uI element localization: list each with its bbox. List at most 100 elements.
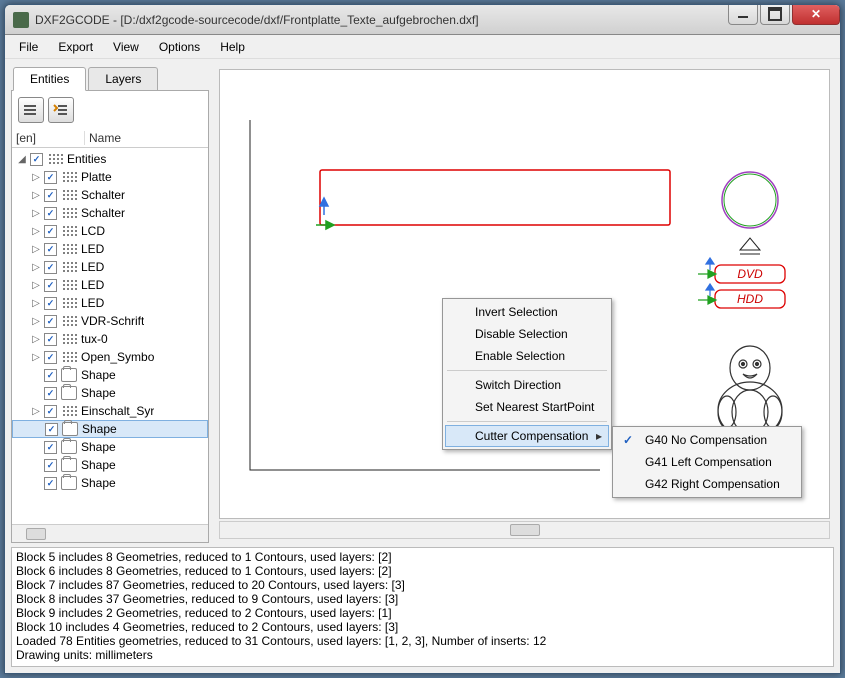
- visibility-checkbox[interactable]: [44, 351, 57, 364]
- entity-icon: [61, 242, 77, 256]
- visibility-checkbox[interactable]: [44, 243, 57, 256]
- ctx-disable-selection[interactable]: Disable Selection: [445, 323, 609, 345]
- expander-icon[interactable]: ▷: [30, 262, 42, 273]
- tree-row[interactable]: ▷Schalter: [12, 186, 208, 204]
- drawing-canvas[interactable]: DVD HDD: [219, 69, 830, 519]
- visibility-checkbox[interactable]: [44, 315, 57, 328]
- visibility-checkbox[interactable]: [44, 369, 57, 382]
- ctx-enable-selection[interactable]: Enable Selection: [445, 345, 609, 367]
- entity-icon: [61, 332, 77, 346]
- expander-icon[interactable]: ◢: [16, 154, 28, 165]
- expander-icon[interactable]: ▷: [30, 334, 42, 345]
- node-label: LED: [79, 278, 104, 292]
- tab-entities[interactable]: Entities: [13, 67, 86, 91]
- visibility-checkbox[interactable]: [44, 225, 57, 238]
- visibility-checkbox[interactable]: [44, 261, 57, 274]
- visibility-checkbox[interactable]: [44, 441, 57, 454]
- tree-row[interactable]: ▷tux-0: [12, 330, 208, 348]
- visibility-checkbox[interactable]: [44, 189, 57, 202]
- visibility-checkbox[interactable]: [44, 387, 57, 400]
- canvas-hscroll[interactable]: [219, 521, 830, 539]
- expander-icon[interactable]: ▷: [30, 244, 42, 255]
- menu-export[interactable]: Export: [48, 36, 103, 58]
- tree-row[interactable]: ▷Platte: [12, 168, 208, 186]
- ctx-g42-right-compensation[interactable]: G42 Right Compensation: [615, 473, 799, 495]
- tree-col-en[interactable]: [en]: [16, 131, 84, 145]
- visibility-checkbox[interactable]: [45, 423, 58, 436]
- ctx-switch-direction[interactable]: Switch Direction: [445, 374, 609, 396]
- tree-row[interactable]: ▷LED: [12, 240, 208, 258]
- visibility-checkbox[interactable]: [44, 477, 57, 490]
- log-line: Drawing units: millimeters: [16, 648, 829, 662]
- entity-icon: [61, 278, 77, 292]
- tree-row[interactable]: Shape: [12, 420, 208, 438]
- expander-icon[interactable]: ▷: [30, 208, 42, 219]
- log-line: Block 9 includes 2 Geometries, reduced t…: [16, 606, 829, 620]
- menu-file[interactable]: File: [9, 36, 48, 58]
- shape-icon: [61, 386, 77, 400]
- tab-layers[interactable]: Layers: [88, 67, 158, 91]
- expander-icon[interactable]: ▷: [30, 280, 42, 291]
- ctx-g40-no-compensation[interactable]: G40 No Compensation: [615, 429, 799, 451]
- window-maximize-button[interactable]: [760, 5, 790, 25]
- node-label: VDR-Schrift: [79, 314, 144, 328]
- log-line: Block 5 includes 8 Geometries, reduced t…: [16, 550, 829, 564]
- tree-row[interactable]: ▷Schalter: [12, 204, 208, 222]
- titlebar[interactable]: DXF2GCODE - [D:/dxf2gcode-sourcecode/dxf…: [5, 5, 840, 35]
- log-line: Block 8 includes 37 Geometries, reduced …: [16, 592, 829, 606]
- tree-row[interactable]: ▷LED: [12, 294, 208, 312]
- entity-icon: [61, 206, 77, 220]
- node-label: Entities: [65, 152, 106, 166]
- log-line: Block 10 includes 4 Geometries, reduced …: [16, 620, 829, 634]
- visibility-checkbox[interactable]: [44, 459, 57, 472]
- visibility-checkbox[interactable]: [44, 333, 57, 346]
- shape-icon: [61, 476, 77, 490]
- tree-row[interactable]: ◢ Entities: [12, 150, 208, 168]
- menu-view[interactable]: View: [103, 36, 149, 58]
- visibility-checkbox[interactable]: [44, 171, 57, 184]
- tree-row[interactable]: Shape: [12, 456, 208, 474]
- entity-icon: [61, 314, 77, 328]
- entity-tree[interactable]: ◢Entities▷Platte▷Schalter▷Schalter▷LCD▷L…: [12, 148, 208, 524]
- tree-row[interactable]: ▷ VDR-Schrift: [12, 312, 208, 330]
- expander-icon[interactable]: ▷: [30, 190, 42, 201]
- tree-row[interactable]: ▷LCD: [12, 222, 208, 240]
- visibility-checkbox[interactable]: [44, 207, 57, 220]
- tree-row[interactable]: Shape: [12, 474, 208, 492]
- tree-row[interactable]: ▷ Open_Symbo: [12, 348, 208, 366]
- expander-icon[interactable]: ▷: [30, 226, 42, 237]
- tree-hscroll[interactable]: [12, 524, 208, 542]
- expander-icon[interactable]: ▷: [30, 316, 42, 327]
- ctx-invert-selection[interactable]: Invert Selection: [445, 301, 609, 323]
- expand-all-button[interactable]: [48, 97, 74, 123]
- expander-icon[interactable]: ▷: [30, 352, 42, 363]
- log-output[interactable]: Block 5 includes 8 Geometries, reduced t…: [11, 547, 834, 667]
- ctx-cutter-compensation[interactable]: Cutter Compensation: [445, 425, 609, 447]
- window-minimize-button[interactable]: [728, 5, 758, 25]
- tree-row[interactable]: Shape: [12, 366, 208, 384]
- menu-options[interactable]: Options: [149, 36, 210, 58]
- tree-row[interactable]: ▷Einschalt_Syr: [12, 402, 208, 420]
- visibility-checkbox[interactable]: [44, 405, 57, 418]
- tree-row[interactable]: ▷ LED: [12, 276, 208, 294]
- visibility-checkbox[interactable]: [30, 153, 43, 166]
- expander-icon[interactable]: ▷: [30, 172, 42, 183]
- entity-icon: [61, 296, 77, 310]
- visibility-checkbox[interactable]: [44, 297, 57, 310]
- ctx-g41-left-compensation[interactable]: G41 Left Compensation: [615, 451, 799, 473]
- tree-row[interactable]: ▷LED: [12, 258, 208, 276]
- ctx-set-nearest-startpoint[interactable]: Set Nearest StartPoint: [445, 396, 609, 418]
- tree-row[interactable]: Shape: [12, 438, 208, 456]
- node-label: Open_Symbo: [79, 350, 154, 364]
- expander-icon[interactable]: ▷: [30, 406, 42, 417]
- window-close-button[interactable]: [792, 5, 840, 25]
- expander-icon[interactable]: ▷: [30, 298, 42, 309]
- entity-icon: [47, 152, 63, 166]
- tree-row[interactable]: Shape: [12, 384, 208, 402]
- menu-help[interactable]: Help: [210, 36, 255, 58]
- collapse-all-button[interactable]: [18, 97, 44, 123]
- visibility-checkbox[interactable]: [44, 279, 57, 292]
- tree-col-name[interactable]: Name: [84, 131, 204, 145]
- canvas-panel: DVD HDD: [215, 65, 834, 543]
- log-line: Loaded 78 Entities geometries, reduced t…: [16, 634, 829, 648]
